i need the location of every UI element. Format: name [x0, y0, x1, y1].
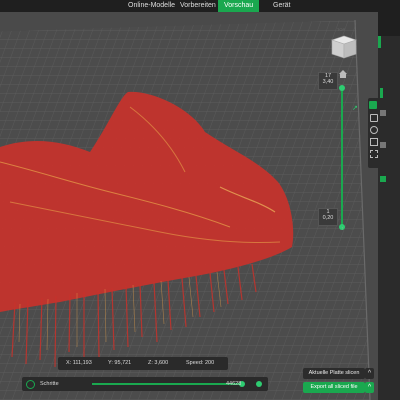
toolbar-layers-icon[interactable]	[370, 114, 378, 122]
section-icon	[380, 142, 386, 148]
build-plate-scene: ↗	[0, 19, 371, 400]
move-slider-label: Schritte	[40, 381, 59, 387]
tab-preview[interactable]: Vorschau	[218, 0, 260, 12]
slice-plate-button[interactable]: Aktuelle Platte slicen	[303, 368, 365, 379]
view-cube-label: TOP	[337, 27, 346, 32]
coord-y: Y: 95,721	[108, 360, 132, 366]
coordinate-readout: X: 111,193 Y: 95,721 Z: 3,600 Speed: 200	[58, 357, 228, 370]
move-slider-value: 44628	[226, 381, 242, 387]
top-layer-label: 17 3,40	[318, 72, 338, 90]
slider-marker-icon: ↗	[352, 105, 358, 112]
toolbar-cube-icon[interactable]	[370, 138, 378, 146]
move-slider-track[interactable]	[92, 383, 242, 385]
3d-viewport[interactable]: ↗ TOP 17 3,40 1 0,20 ↑	[0, 12, 378, 400]
slice-options-chevron[interactable]: ^	[365, 368, 374, 379]
coord-z: Z: 3,600	[148, 360, 169, 366]
bottom-layer-label: 1 0,20	[318, 208, 338, 226]
toolbar-active-icon[interactable]	[369, 101, 377, 109]
layer-slider-top-knob[interactable]	[339, 85, 345, 91]
panel-header	[378, 12, 400, 36]
tab-online-models[interactable]: Online-Modelle	[128, 0, 175, 12]
tab-prepare[interactable]: Vorbereiten	[180, 0, 216, 12]
play-icon[interactable]	[26, 380, 35, 389]
section-marker	[380, 88, 383, 98]
section-icon	[380, 176, 386, 182]
export-all-button[interactable]: Export all sliced file	[303, 382, 365, 393]
move-slider-end-icon[interactable]	[256, 381, 262, 387]
view-cube[interactable]	[331, 35, 357, 59]
toolbar-grid-icon[interactable]	[370, 150, 378, 158]
vertical-toolbar	[368, 98, 378, 168]
coord-x: X: 111,193	[66, 360, 92, 366]
section-icon	[380, 110, 386, 116]
export-options-chevron[interactable]: ^	[365, 382, 374, 393]
top-layer-height: 3,40	[322, 79, 334, 85]
coord-speed: Speed: 200	[186, 360, 215, 366]
tab-device[interactable]: Gerät	[273, 0, 291, 12]
top-tab-bar: Online-Modelle Vorbereiten Vorschau Gerä…	[0, 0, 400, 12]
bottom-layer-height: 0,20	[322, 215, 334, 221]
move-slider-bar: Schritte 44628	[22, 377, 268, 391]
toolbar-settings-icon[interactable]	[370, 126, 378, 134]
right-settings-panel	[368, 12, 400, 400]
bottom-arrow-icon: ↑	[341, 226, 344, 232]
panel-accent-bar	[378, 36, 381, 48]
